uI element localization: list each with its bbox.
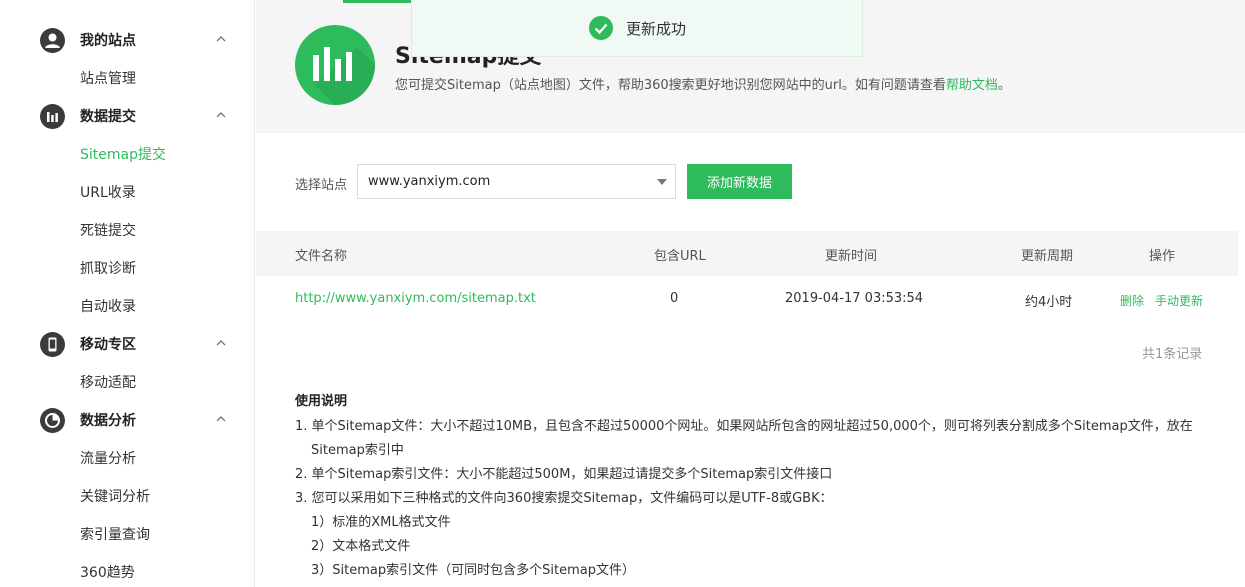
update-cycle-cell: 约4小时	[1025, 295, 1073, 310]
sidebar-section-my-sites[interactable]: 我的站点	[40, 27, 240, 53]
sidebar-item-traffic-analysis[interactable]: 流量分析	[80, 450, 136, 468]
delete-link[interactable]: 删除	[1120, 292, 1144, 309]
sidebar-section-title: 我的站点	[80, 33, 136, 49]
sidebar-item-dead-link-submit[interactable]: 死链提交	[80, 222, 136, 240]
site-select-label: 选择站点	[295, 178, 348, 193]
sidebar-item-site-management[interactable]: 站点管理	[80, 70, 136, 88]
instruction-line: 1）标准的XML格式文件	[311, 515, 451, 530]
column-header-updated-time: 更新时间	[825, 249, 878, 264]
sidebar-section-data-analysis[interactable]: 数据分析	[40, 407, 240, 433]
toast-message: 更新成功	[625, 19, 686, 38]
site-select-value: www.yanxiym.com	[368, 174, 491, 189]
sidebar-item-auto-index[interactable]: 自动收录	[80, 298, 136, 316]
sidebar-item-crawl-diagnosis[interactable]: 抓取诊断	[80, 260, 136, 278]
main-content: Sitemap提交 您可提交Sitemap（站点地图）文件，帮助360搜索更好地…	[256, 0, 1245, 587]
column-header-url-count: 包含URL	[654, 249, 706, 264]
mobile-phone-icon	[40, 331, 65, 357]
sidebar-section-mobile[interactable]: 移动专区	[40, 331, 240, 357]
instruction-line: 3）Sitemap索引文件（可同时包含多个Sitemap文件）	[311, 563, 635, 578]
help-doc-link[interactable]: 帮助文档	[946, 78, 998, 93]
chevron-up-icon	[216, 416, 226, 422]
chevron-up-icon	[216, 36, 226, 42]
page-description: 您可提交Sitemap（站点地图）文件，帮助360搜索更好地识别您网站中的url…	[395, 74, 1011, 93]
sidebar-item-url-index[interactable]: URL收录	[80, 184, 136, 202]
sidebar-section-title: 数据提交	[80, 109, 136, 125]
instructions-title: 使用说明	[295, 394, 348, 409]
table-header: 文件名称 包含URL 更新时间 更新周期 操作	[256, 231, 1238, 276]
chevron-up-icon	[216, 340, 226, 346]
bar-chart-icon	[40, 103, 65, 129]
sidebar-section-title: 数据分析	[80, 413, 136, 429]
sidebar-item-keyword-analysis[interactable]: 关键词分析	[80, 488, 150, 506]
chevron-up-icon	[216, 112, 226, 118]
instruction-line: 2. 单个Sitemap索引文件：大小不能超过500M，如果超过请提交多个Sit…	[295, 467, 833, 482]
instruction-line: Sitemap索引中	[311, 443, 404, 458]
url-count-cell: 0	[670, 291, 679, 306]
sidebar-item-sitemap-submit[interactable]: Sitemap提交	[80, 146, 166, 164]
pie-chart-icon	[40, 407, 65, 433]
user-icon	[40, 27, 65, 53]
check-circle-icon	[588, 16, 613, 40]
updated-time-cell: 2019-04-17 03:53:54	[785, 291, 924, 306]
column-header-update-cycle: 更新周期	[1021, 249, 1074, 264]
total-records: 共1条记录	[1142, 347, 1203, 362]
sidebar: 我的站点 站点管理 数据提交 Sitemap提交 URL收录 死链提交 抓取诊断…	[0, 0, 255, 587]
sitemap-file-link[interactable]: http://www.yanxiym.com/sitemap.txt	[295, 291, 536, 306]
page-description-text: 您可提交Sitemap（站点地图）文件，帮助360搜索更好地识别您网站中的url…	[395, 78, 946, 93]
manual-update-link[interactable]: 手动更新	[1155, 292, 1203, 309]
sidebar-item-index-query[interactable]: 索引量查询	[80, 526, 150, 544]
column-header-actions: 操作	[1149, 249, 1176, 264]
instruction-line: 1. 单个Sitemap文件：大小不超过10MB，且包含不超过50000个网址。…	[295, 419, 1193, 434]
instruction-line: 2）文本格式文件	[311, 539, 411, 554]
add-new-data-button[interactable]: 添加新数据	[687, 164, 792, 199]
page-description-suffix: 。	[997, 78, 1011, 93]
sidebar-section-data-submit[interactable]: 数据提交	[40, 103, 240, 129]
success-toast: 更新成功	[411, 0, 863, 57]
sidebar-item-mobile-adapt[interactable]: 移动适配	[80, 374, 136, 392]
column-header-filename: 文件名称	[295, 249, 348, 264]
site-select[interactable]: www.yanxiym.com	[357, 164, 676, 199]
sidebar-section-title: 移动专区	[80, 337, 136, 353]
sidebar-item-360-trend[interactable]: 360趋势	[80, 564, 135, 582]
instruction-line: 3. 您可以采用如下三种格式的文件向360搜索提交Sitemap，文件编码可以是…	[295, 491, 833, 506]
sitemap-logo-icon	[295, 25, 375, 105]
caret-down-icon	[657, 179, 667, 185]
active-tab-indicator	[343, 0, 411, 3]
